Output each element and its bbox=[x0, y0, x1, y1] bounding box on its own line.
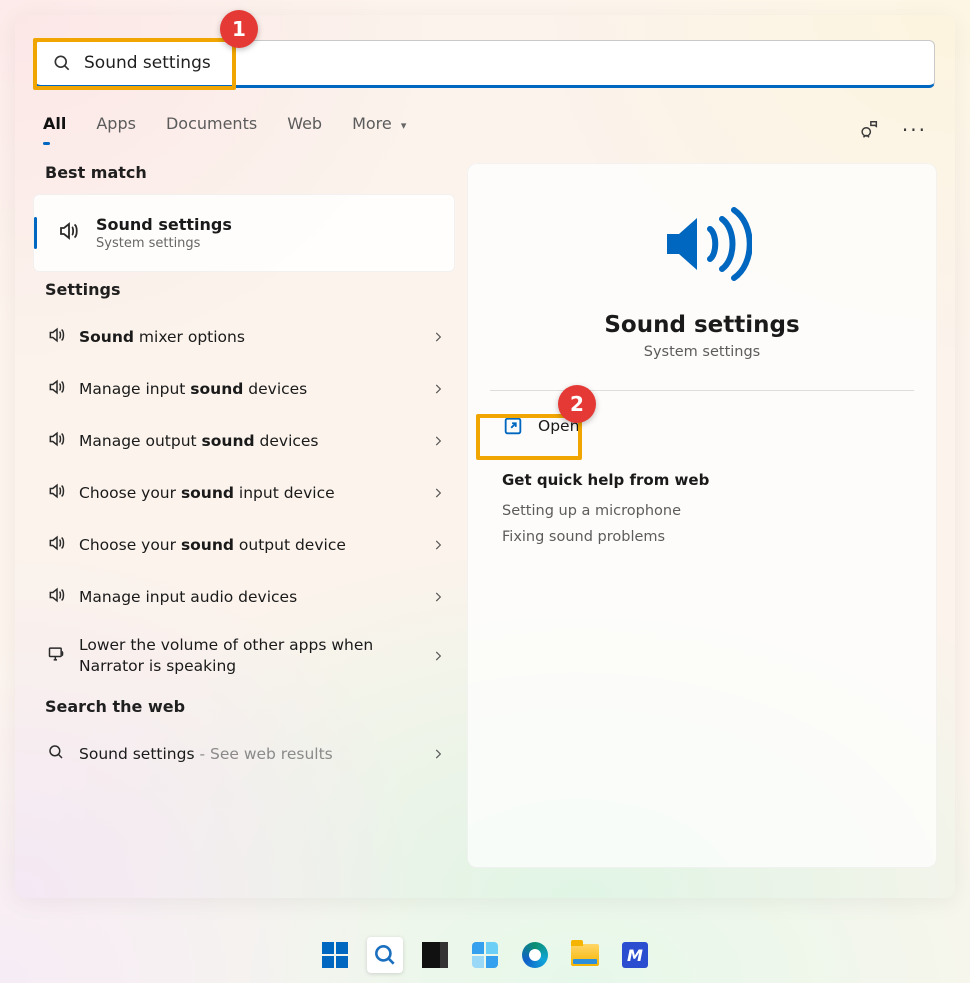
tab-web[interactable]: Web bbox=[287, 114, 322, 145]
chevron-right-icon bbox=[431, 747, 445, 761]
speaker-icon bbox=[47, 585, 79, 609]
open-label: Open bbox=[538, 417, 579, 435]
settings-item[interactable]: Manage output sound devices bbox=[33, 415, 455, 467]
chevron-right-icon bbox=[431, 486, 445, 500]
best-match-result[interactable]: Sound settings System settings bbox=[33, 194, 455, 272]
settings-item-label: Manage output sound devices bbox=[79, 431, 431, 452]
search-web-heading: Search the web bbox=[45, 697, 455, 716]
search-row bbox=[15, 15, 955, 88]
search-panel: All Apps Documents Web More ▾ ··· Best m… bbox=[15, 15, 955, 898]
divider bbox=[490, 390, 914, 391]
taskbar-taskview-button[interactable] bbox=[417, 937, 453, 973]
chevron-right-icon bbox=[431, 590, 445, 604]
chevron-right-icon bbox=[431, 382, 445, 396]
settings-item[interactable]: Lower the volume of other apps when Narr… bbox=[33, 623, 455, 689]
open-button[interactable]: Open bbox=[498, 409, 589, 443]
preview-speaker-icon bbox=[490, 204, 914, 284]
windows-logo-icon bbox=[322, 942, 348, 968]
preview-subtitle: System settings bbox=[490, 344, 914, 360]
settings-item[interactable]: Manage input sound devices bbox=[33, 363, 455, 415]
tab-apps[interactable]: Apps bbox=[96, 114, 136, 145]
more-options-icon[interactable]: ··· bbox=[902, 118, 927, 142]
taskview-icon bbox=[422, 942, 448, 968]
header-actions: ··· bbox=[858, 118, 927, 142]
open-external-icon bbox=[502, 415, 524, 437]
web-result-item[interactable]: Sound settings - See web results bbox=[33, 728, 455, 780]
chevron-right-icon bbox=[431, 649, 445, 663]
chevron-down-icon: ▾ bbox=[401, 119, 407, 132]
chat-icon[interactable] bbox=[858, 119, 880, 141]
tabs-row: All Apps Documents Web More ▾ ··· bbox=[15, 88, 955, 145]
taskbar-edge-button[interactable] bbox=[517, 937, 553, 973]
settings-heading: Settings bbox=[45, 280, 455, 299]
help-heading: Get quick help from web bbox=[502, 471, 914, 489]
preview-title: Sound settings bbox=[490, 312, 914, 338]
settings-item-label: Sound mixer options bbox=[79, 327, 431, 348]
preview-pane: Sound settings System settings Open Get … bbox=[467, 163, 937, 868]
tab-all[interactable]: All bbox=[43, 114, 66, 145]
results-left: Best match Sound settings System setting… bbox=[33, 163, 463, 868]
tab-more[interactable]: More ▾ bbox=[352, 114, 406, 145]
taskbar-app-button[interactable]: M bbox=[617, 937, 653, 973]
speaker-icon bbox=[47, 325, 79, 349]
results-columns: Best match Sound settings System setting… bbox=[15, 145, 955, 868]
help-link[interactable]: Setting up a microphone bbox=[502, 503, 914, 519]
speaker-icon bbox=[56, 219, 82, 247]
help-link[interactable]: Fixing sound problems bbox=[502, 529, 914, 545]
search-input[interactable] bbox=[84, 53, 918, 73]
settings-item[interactable]: Sound mixer options bbox=[33, 311, 455, 363]
taskbar: M bbox=[0, 927, 970, 983]
settings-item-label: Manage input audio devices bbox=[79, 587, 431, 608]
settings-item-label: Choose your sound output device bbox=[79, 535, 431, 556]
tab-documents[interactable]: Documents bbox=[166, 114, 257, 145]
speaker-icon bbox=[47, 533, 79, 557]
settings-item[interactable]: Choose your sound output device bbox=[33, 519, 455, 571]
settings-item-label: Manage input sound devices bbox=[79, 379, 431, 400]
taskbar-widgets-button[interactable] bbox=[467, 937, 503, 973]
best-match-text: Sound settings System settings bbox=[96, 215, 232, 251]
settings-item[interactable]: Choose your sound input device bbox=[33, 467, 455, 519]
search-icon bbox=[52, 53, 72, 73]
widgets-icon bbox=[472, 942, 498, 968]
settings-item-label: Choose your sound input device bbox=[79, 483, 431, 504]
best-match-subtitle: System settings bbox=[96, 236, 232, 251]
settings-item-label: Lower the volume of other apps when Narr… bbox=[79, 635, 431, 677]
speaker-icon bbox=[47, 377, 79, 401]
speaker-icon bbox=[47, 429, 79, 453]
taskbar-start-button[interactable] bbox=[317, 937, 353, 973]
taskbar-explorer-button[interactable] bbox=[567, 937, 603, 973]
settings-item[interactable]: Manage input audio devices bbox=[33, 571, 455, 623]
best-match-heading: Best match bbox=[45, 163, 455, 182]
speaker-icon bbox=[47, 481, 79, 505]
chevron-right-icon bbox=[431, 538, 445, 552]
chevron-right-icon bbox=[431, 434, 445, 448]
taskbar-search-button[interactable] bbox=[367, 937, 403, 973]
folder-icon bbox=[571, 944, 599, 966]
search-icon bbox=[372, 942, 398, 968]
search-icon bbox=[47, 743, 79, 765]
web-result-label: Sound settings - See web results bbox=[79, 744, 431, 765]
edge-icon bbox=[522, 942, 548, 968]
best-match-title: Sound settings bbox=[96, 215, 232, 234]
monitor-speaker-icon bbox=[47, 644, 79, 668]
chevron-right-icon bbox=[431, 330, 445, 344]
app-icon: M bbox=[622, 942, 648, 968]
tab-more-label: More bbox=[352, 114, 392, 133]
filter-tabs: All Apps Documents Web More ▾ bbox=[43, 114, 406, 145]
search-box[interactable] bbox=[35, 40, 935, 88]
